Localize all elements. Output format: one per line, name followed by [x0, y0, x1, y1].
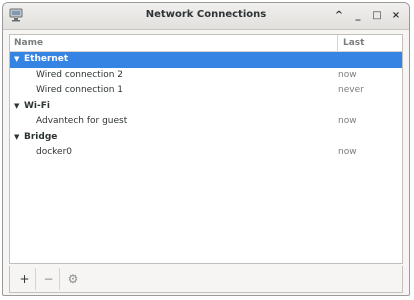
connection-last-used: now [338, 69, 357, 80]
column-header-last-used[interactable]: Last Used▼ [337, 35, 402, 64]
maximize-button[interactable]: □ [372, 9, 382, 22]
connection-name: docker0 [36, 147, 73, 157]
group-row-ethernet[interactable]: ▼ Ethernet [10, 52, 402, 68]
connection-row[interactable]: Wired connection 2 now [10, 68, 402, 84]
add-connection-button[interactable]: + [14, 268, 36, 290]
close-button[interactable]: × [391, 9, 401, 22]
remove-connection-button[interactable]: − [38, 268, 60, 290]
connection-last-used: never [338, 85, 364, 95]
window-controls: ^ _ □ × [334, 9, 401, 22]
connections-list[interactable]: Name Last Used▼ ▼ Ethernet Wired connectio… [9, 34, 403, 264]
connection-name: Wired connection 1 [36, 85, 123, 95]
title-bar[interactable]: Network Connections ^ _ □ × [3, 3, 409, 30]
group-row-bridge[interactable]: ▼ Bridge [10, 130, 402, 146]
connection-name: Advantech for guest [36, 116, 128, 126]
network-connections-window: Network Connections ^ _ □ × Name Last Us… [2, 2, 410, 296]
group-row-wi-fi[interactable]: ▼ Wi-Fi [10, 99, 402, 115]
expander-arrow-icon[interactable]: ▼ [14, 55, 19, 63]
connection-rows: ▼ Ethernet Wired connection 2 now Wired conn… [10, 52, 402, 161]
connection-name: Wired connection 2 [36, 69, 123, 80]
expander-arrow-icon[interactable]: ▼ [14, 102, 19, 110]
connection-row[interactable]: docker0 now [10, 145, 402, 161]
list-header: Name Last Used▼ [10, 35, 402, 64]
shade-button[interactable]: ^ [334, 9, 344, 22]
connection-last-used: now [338, 116, 357, 126]
group-label: Bridge [24, 131, 58, 142]
bottom-toolbar: + − ⚙ [9, 266, 403, 293]
connection-row[interactable]: Advantech for guest now [10, 114, 402, 130]
group-label: Wi-Fi [24, 100, 50, 111]
group-label: Ethernet [24, 54, 69, 64]
connection-last-used: now [338, 147, 357, 157]
connection-row[interactable]: Wired connection 1 never [10, 83, 402, 99]
minimize-button[interactable]: _ [353, 9, 363, 22]
column-header-name[interactable]: Name [14, 38, 43, 48]
gear-icon[interactable]: ⚙ [62, 268, 84, 290]
expander-arrow-icon[interactable]: ▼ [14, 133, 19, 141]
